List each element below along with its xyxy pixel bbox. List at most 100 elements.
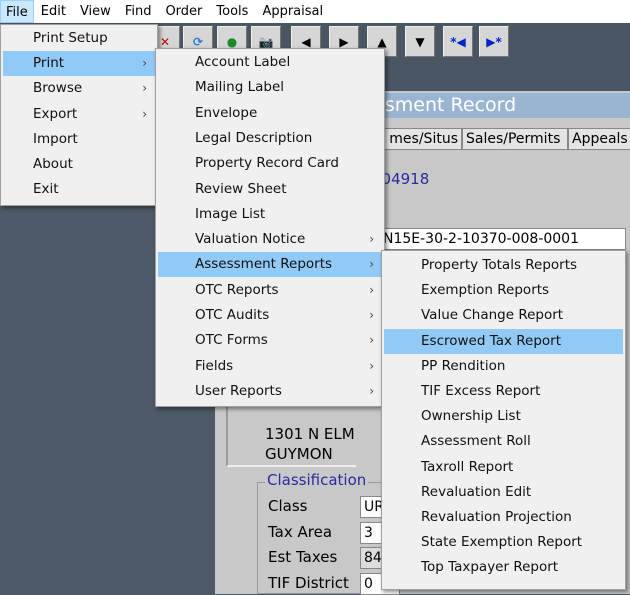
menu-item-label: Import bbox=[33, 130, 78, 147]
delete-icon: ✕ bbox=[159, 34, 171, 49]
prev-marked-button[interactable]: *◀ bbox=[443, 26, 473, 57]
menu-item-user-reports[interactable]: User Reports › bbox=[158, 379, 382, 404]
print-submenu: Account Label Mailing Label Envelope Legal … bbox=[155, 48, 385, 407]
next-marked-button[interactable]: ▶* bbox=[479, 26, 509, 57]
menu-item-label: Print Setup bbox=[33, 30, 108, 46]
next-marked-icon: ▶* bbox=[486, 34, 502, 49]
chevron-right-icon: › bbox=[369, 257, 374, 272]
menu-order[interactable]: Order bbox=[158, 0, 209, 23]
menu-item-property-totals-reports[interactable]: Property Totals Reports bbox=[384, 253, 623, 278]
previous-icon: ◀ bbox=[301, 34, 311, 49]
menu-item-fields[interactable]: Fields › bbox=[158, 354, 382, 379]
chevron-right-icon: › bbox=[369, 333, 374, 348]
menu-item-label: Fields bbox=[195, 357, 234, 374]
est-taxes-label: Est Taxes bbox=[268, 548, 338, 566]
menu-item-label: Ownership List bbox=[421, 408, 521, 425]
menu-item-legal-description[interactable]: Legal Description bbox=[158, 126, 382, 151]
menu-item-image-list[interactable]: Image List bbox=[158, 202, 382, 227]
tif-district-label: TIF District bbox=[268, 573, 349, 592]
camera-icon: 📷 bbox=[258, 34, 274, 49]
menu-item-label: State Exemption Report bbox=[421, 534, 583, 551]
menu-item-label: Assessment Reports bbox=[195, 256, 333, 273]
menu-find[interactable]: Find bbox=[118, 0, 159, 23]
classification-legend: Classification bbox=[265, 471, 369, 489]
chevron-right-icon: › bbox=[142, 81, 147, 96]
menu-item-mailing-label[interactable]: Mailing Label bbox=[158, 75, 382, 100]
tax-area-label: Tax Area bbox=[268, 522, 333, 541]
tab-appeals[interactable]: Appeals bbox=[568, 128, 630, 150]
menu-item-label: Exemption Reports bbox=[421, 282, 550, 299]
menu-item-label: Exit bbox=[33, 181, 59, 198]
menu-bar: File Edit View Find Order Tools Appraisal bbox=[0, 0, 630, 23]
menu-item-revaluation-edit[interactable]: Revaluation Edit bbox=[384, 480, 623, 505]
chevron-right-icon: › bbox=[369, 232, 374, 247]
chevron-right-icon: › bbox=[369, 358, 374, 373]
menu-item-label: Escrowed Tax Report bbox=[421, 332, 562, 349]
menu-view[interactable]: View bbox=[73, 0, 118, 23]
menu-edit[interactable]: Edit bbox=[34, 0, 73, 23]
class-label: Class bbox=[268, 497, 308, 515]
menu-item-export[interactable]: Export › bbox=[3, 102, 155, 127]
chevron-right-icon: › bbox=[369, 282, 374, 297]
menu-item-label: Revaluation Projection bbox=[421, 509, 572, 525]
address-line-2: GUYMON bbox=[265, 445, 333, 463]
menu-item-exemption-reports[interactable]: Exemption Reports bbox=[384, 278, 623, 303]
chevron-right-icon: › bbox=[369, 383, 374, 398]
menu-file[interactable]: File bbox=[0, 0, 34, 23]
menu-item-escrowed-tax-report[interactable]: Escrowed Tax Report bbox=[384, 328, 623, 354]
menu-item-import[interactable]: Import bbox=[3, 127, 155, 152]
menu-item-tif-excess-report[interactable]: TIF Excess Report bbox=[384, 379, 623, 404]
menu-item-label: Property Totals Reports bbox=[421, 257, 578, 273]
menu-item-label: OTC Reports bbox=[195, 281, 279, 298]
menu-item-exit[interactable]: Exit bbox=[3, 177, 155, 202]
menu-tools[interactable]: Tools bbox=[209, 0, 255, 23]
menu-item-browse[interactable]: Browse › bbox=[3, 76, 155, 101]
menu-item-print-setup[interactable]: Print Setup bbox=[3, 26, 155, 51]
menu-item-label: Account Label bbox=[195, 54, 291, 70]
menu-item-about[interactable]: About bbox=[3, 152, 155, 177]
menu-item-pp-rendition[interactable]: PP Rendition bbox=[384, 354, 623, 379]
menu-item-state-exemption-report[interactable]: State Exemption Report bbox=[384, 530, 623, 555]
menu-item-label: Taxroll Report bbox=[421, 458, 514, 475]
menu-item-label: Assessment Roll bbox=[421, 433, 531, 450]
first-icon: ▲ bbox=[377, 34, 387, 49]
menu-item-label: Browse bbox=[33, 80, 83, 97]
globe-icon: ● bbox=[226, 34, 238, 49]
menu-item-assessment-reports[interactable]: Assessment Reports › bbox=[158, 252, 382, 278]
file-menu: Print Setup Print › Browse › Export › Import Abo… bbox=[0, 24, 158, 206]
menu-item-label: PP Rendition bbox=[421, 357, 506, 374]
menu-item-label: About bbox=[33, 156, 73, 172]
menu-item-label: User Reports bbox=[195, 382, 282, 399]
prev-marked-icon: *◀ bbox=[450, 34, 466, 49]
menu-item-top-taxpayer-report[interactable]: Top Taxpayer Report bbox=[384, 555, 623, 580]
menu-item-print[interactable]: Print › bbox=[3, 51, 155, 77]
menu-item-revaluation-projection[interactable]: Revaluation Projection bbox=[384, 505, 623, 530]
menu-item-assessment-roll[interactable]: Assessment Roll bbox=[384, 429, 623, 454]
tab-sales-permits[interactable]: Sales/Permits bbox=[462, 128, 568, 150]
menu-item-review-sheet[interactable]: Review Sheet bbox=[158, 177, 382, 202]
menu-item-otc-audits[interactable]: OTC Audits › bbox=[158, 303, 382, 328]
parcel-number-field[interactable]: N15E-30-2-10370-008-0001 bbox=[370, 228, 626, 250]
menu-item-label: Review Sheet bbox=[195, 180, 287, 197]
menu-item-otc-forms[interactable]: OTC Forms › bbox=[158, 328, 382, 353]
menu-item-label: Top Taxpayer Report bbox=[421, 559, 559, 576]
menu-item-envelope[interactable]: Envelope bbox=[158, 101, 382, 126]
menu-item-account-label[interactable]: Account Label bbox=[158, 50, 382, 75]
chevron-right-icon: › bbox=[369, 308, 374, 322]
menu-item-label: Legal Description bbox=[195, 129, 313, 146]
menu-item-valuation-notice[interactable]: Valuation Notice › bbox=[158, 227, 382, 252]
menu-item-label: Value Change Report bbox=[421, 307, 564, 324]
last-button[interactable]: ▼ bbox=[405, 26, 435, 57]
menu-item-label: TIF Excess Report bbox=[421, 383, 541, 399]
menu-item-label: Revaluation Edit bbox=[421, 483, 532, 500]
menu-item-label: Property Record Card bbox=[195, 155, 339, 172]
menu-appraisal[interactable]: Appraisal bbox=[255, 0, 330, 23]
menu-item-label: Print bbox=[33, 55, 65, 72]
menu-item-ownership-list[interactable]: Ownership List bbox=[384, 404, 623, 429]
menu-item-taxroll-report[interactable]: Taxroll Report bbox=[384, 455, 623, 480]
menu-item-label: Image List bbox=[195, 205, 266, 222]
menu-item-property-record-card[interactable]: Property Record Card bbox=[158, 151, 382, 176]
menu-item-value-change-report[interactable]: Value Change Report bbox=[384, 303, 623, 328]
menu-item-otc-reports[interactable]: OTC Reports › bbox=[158, 278, 382, 303]
menu-item-label: Export bbox=[33, 105, 78, 122]
